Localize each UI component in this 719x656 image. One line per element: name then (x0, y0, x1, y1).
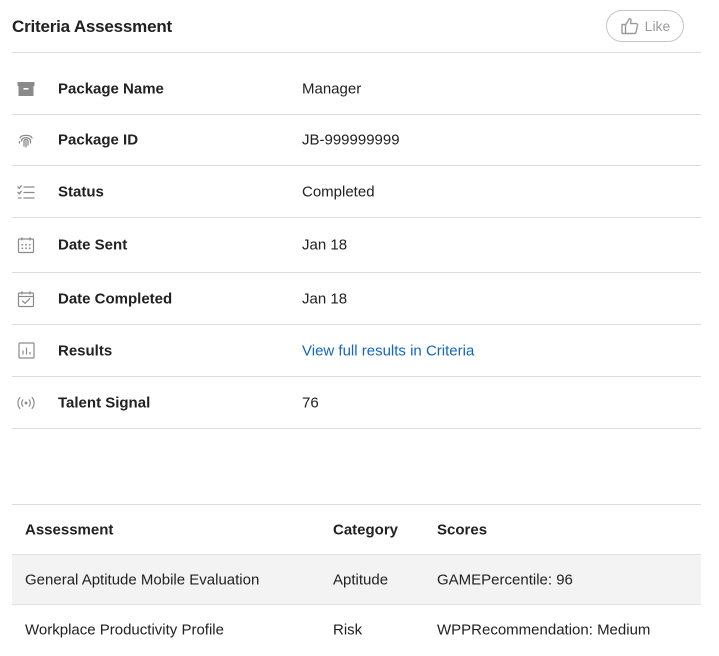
detail-value: Jan 18 (302, 290, 348, 307)
detail-row-date-completed: Date Completed Jan 18 (12, 273, 701, 325)
detail-label: Results (58, 342, 113, 359)
detail-row-package-name: Package Name Manager (12, 63, 701, 115)
detail-label: Package ID (58, 131, 139, 149)
assessment-cell: General Aptitude Mobile Evaluation (25, 571, 260, 588)
calendar-check-icon (16, 289, 36, 309)
column-header-scores: Scores (437, 521, 488, 538)
checklist-icon (16, 182, 36, 202)
detail-label: Date Sent (58, 236, 128, 254)
detail-row-date-sent: Date Sent Jan 18 (12, 218, 701, 273)
detail-value: JB-999999999 (302, 131, 400, 149)
detail-value: Jan 18 (302, 236, 348, 254)
view-results-link[interactable]: View full results in Criteria (302, 342, 474, 359)
column-header-assessment: Assessment (25, 521, 114, 538)
detail-value: Completed (302, 183, 375, 200)
detail-row-status: Status Completed (12, 166, 701, 218)
detail-row-talent-signal: Talent Signal 76 (12, 377, 701, 429)
page-title: Criteria Assessment (12, 17, 172, 36)
thumbs-up-icon (620, 16, 640, 36)
assessment-table: Assessment Category Scores General Aptit… (12, 504, 701, 655)
scores-cell: WPPRecommendation: Medium (437, 621, 651, 639)
detail-label: Status (58, 183, 104, 200)
assessment-cell: Workplace Productivity Profile (25, 621, 224, 639)
category-cell: Risk (333, 621, 363, 639)
table-row: Workplace Productivity Profile Risk WPPR… (12, 605, 701, 655)
detail-row-results: Results View full results in Criteria (12, 325, 701, 377)
column-header-category: Category (333, 521, 399, 538)
table-row: General Aptitude Mobile Evaluation Aptit… (12, 555, 701, 605)
detail-label: Date Completed (58, 290, 173, 307)
detail-value: Manager (302, 80, 362, 97)
details-list: Package Name Manager Package ID JB-99999… (12, 63, 701, 429)
like-button[interactable]: Like (606, 10, 684, 42)
calendar-icon (16, 235, 36, 255)
signal-broadcast-icon (16, 393, 36, 413)
detail-label: Talent Signal (58, 394, 151, 411)
category-cell: Aptitude (333, 571, 389, 588)
fingerprint-icon (16, 130, 36, 150)
archive-box-icon (16, 79, 36, 99)
table-header-row: Assessment Category Scores (12, 505, 701, 555)
scores-cell: GAMEPercentile: 96 (437, 571, 573, 588)
detail-label: Package Name (58, 80, 164, 97)
detail-row-package-id: Package ID JB-999999999 (12, 115, 701, 166)
bar-chart-icon (16, 341, 36, 361)
like-label: Like (644, 18, 671, 34)
card-header: Criteria Assessment Like (12, 0, 701, 53)
detail-value: 76 (302, 394, 319, 411)
